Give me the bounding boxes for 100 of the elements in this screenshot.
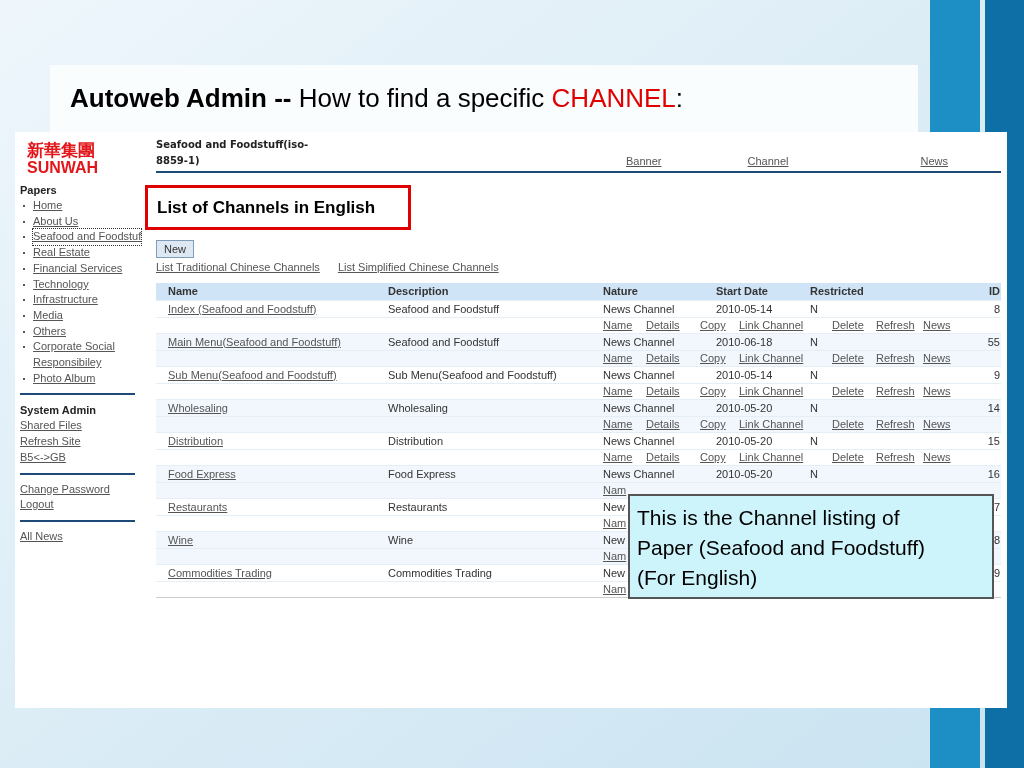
action-link[interactable]: Delete [832,319,864,331]
action-link[interactable]: Link Channel [739,451,804,463]
action-link[interactable]: Name [603,385,633,397]
logo-text: 新華集團 [27,142,95,159]
new-button[interactable]: New [156,240,194,258]
sidebar-link[interactable]: Home [33,198,63,214]
channel-name-link[interactable]: Sub Menu(Seafood and Foodstuff) [168,368,337,381]
table-cell: 7 [993,500,1000,513]
action-link[interactable]: Refresh [876,418,915,430]
table-cell: N [810,434,818,447]
sidebar-link[interactable]: Financial Services [33,260,123,277]
section-heading: Papers [20,183,57,198]
sidebar-link[interactable]: Change Password [20,481,110,498]
table-cell: 8 [993,302,1000,315]
table-cell: Food Express [388,467,456,480]
callout-text: This is the Channel listing of [637,505,900,531]
table-cell: News Channel [603,401,675,414]
table-cell: 15 [987,434,1000,447]
action-link[interactable]: Details [646,319,680,331]
table-cell: N [810,401,818,414]
table-cell: News Channel [603,302,675,315]
callout-text: Paper (Seafood and Foodstuff) [637,535,925,561]
language-link[interactable]: List Traditional Chinese Channels [156,260,320,274]
sidebar-link[interactable]: Photo Album [33,370,96,387]
sidebar-link[interactable]: Logout [20,497,54,513]
sidebar-link[interactable]: Seafood and Foodstuf [33,229,142,246]
action-link[interactable]: Nam [603,583,627,595]
action-link[interactable]: Delete [832,451,864,463]
column-header: Description [388,285,449,298]
column-header: Start Date [716,285,768,298]
page-title: List of Channels in English [145,185,411,230]
nav-link[interactable]: News [920,153,948,170]
table-cell: Distribution [388,434,444,447]
action-link[interactable]: Refresh [876,352,915,364]
sidebar-link[interactable]: Media [33,307,63,324]
channel-name-link[interactable]: Distribution [168,434,224,447]
sidebar-link[interactable]: Refresh Site [20,434,81,450]
sidebar-link[interactable]: Technology [33,276,89,293]
slide-title: Autoweb Admin -- How to find a specific CHANNEL: [70,82,684,115]
action-link[interactable]: Link Channel [739,385,804,397]
action-link[interactable]: Copy [700,385,726,397]
table-cell: Commodities Trading [388,566,492,579]
action-link[interactable]: Delete [832,352,864,364]
logo-text: SUNWAH [27,159,99,176]
action-link[interactable]: Name [603,319,633,331]
action-link[interactable]: Name [603,352,633,364]
action-link[interactable]: Copy [700,319,726,331]
action-link[interactable]: News [923,352,951,364]
action-link[interactable]: News [923,319,951,331]
sidebar-link[interactable]: All News [20,528,63,545]
sidebar-link[interactable]: Real Estate [33,245,90,261]
action-link[interactable]: Refresh [876,385,915,397]
action-link[interactable]: Link Channel [739,319,804,331]
action-link[interactable]: News [923,451,951,463]
action-link[interactable]: Name [603,418,633,430]
nav-link[interactable]: Banner [626,153,662,170]
sidebar-link[interactable]: About Us [33,213,79,230]
sidebar-link[interactable]: B5<->GB [20,449,66,466]
action-link[interactable]: Delete [832,385,864,397]
table-cell: New [603,566,625,579]
channel-name-link[interactable]: Index (Seafood and Foodstuff) [168,302,317,315]
section-heading: System Admin [20,403,96,419]
action-link[interactable]: Nam [603,484,627,496]
column-header: ID [989,285,1000,298]
action-link[interactable]: Refresh [876,319,915,331]
sidebar-link[interactable]: Infrastructure [33,292,98,308]
action-link[interactable]: Nam [603,517,627,529]
action-link[interactable]: Link Channel [739,418,804,430]
action-link[interactable]: Copy [700,451,726,463]
action-link[interactable]: News [923,385,951,397]
column-header: Restricted [810,285,864,298]
sidebar-link[interactable]: Others [33,323,66,340]
channel-name-link[interactable]: Main Menu(Seafood and Foodstuff) [168,335,341,348]
channel-name-link[interactable]: Food Express [168,467,236,480]
action-link[interactable]: Refresh [876,451,915,463]
sidebar-link[interactable]: Shared Files [20,418,82,435]
action-link[interactable]: Details [646,385,680,397]
action-link[interactable]: Copy [700,352,726,364]
action-link[interactable]: Copy [700,418,726,430]
table-cell: News Channel [603,368,675,381]
sidebar-link[interactable]: Corporate Social Responsibiley [33,339,133,371]
table-cell: Seafood and Foodstuff [388,302,500,315]
action-link[interactable]: Delete [832,418,864,430]
action-link[interactable]: Details [646,352,680,364]
channel-name-link[interactable]: Wine [168,533,194,546]
action-link[interactable]: Details [646,418,680,430]
table-cell: 9 [993,566,1000,579]
action-link[interactable]: News [923,418,951,430]
action-link[interactable]: Link Channel [739,352,804,364]
language-link[interactable]: List Simplified Chinese Channels [337,260,499,274]
nav-link[interactable]: Channel [747,153,789,170]
channel-name-link[interactable]: Wholesaling [168,401,228,414]
action-link[interactable]: Nam [603,550,627,562]
channel-name-link[interactable]: Commodities Trading [168,566,272,579]
table-cell: 2010-06-18 [716,335,773,348]
table-cell: New [603,533,625,546]
table-cell: 2010-05-20 [716,401,773,414]
action-link[interactable]: Name [603,451,633,463]
channel-name-link[interactable]: Restaurants [168,500,228,513]
action-link[interactable]: Details [646,451,680,463]
